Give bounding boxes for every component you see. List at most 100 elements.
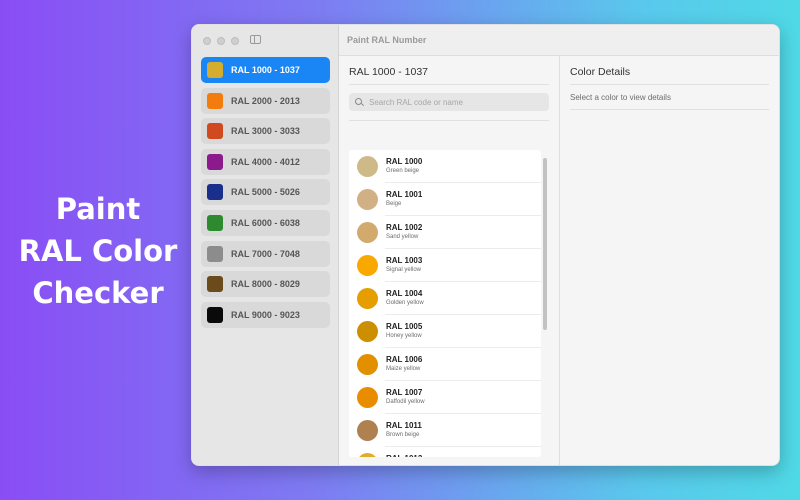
minimize-window-button[interactable] [217, 37, 225, 45]
color-swatch [357, 420, 378, 441]
color-swatch [357, 156, 378, 177]
sidebar-item-ral-range[interactable]: RAL 7000 - 7048 [201, 240, 330, 267]
sidebar-item-label: RAL 2000 - 2013 [231, 95, 300, 106]
sidebar-item-label: RAL 1000 - 1037 [231, 65, 300, 75]
sidebar-item-ral-range[interactable]: RAL 1000 - 1037 [201, 57, 330, 83]
color-text: RAL 1003 Signal yellow [386, 256, 422, 275]
promo-line-2: RAL Color [18, 234, 178, 268]
color-code: RAL 1006 [386, 355, 423, 364]
sidebar-item-ral-range[interactable]: RAL 8000 - 8029 [201, 271, 330, 298]
sidebar-item-label: RAL 8000 - 8029 [231, 279, 300, 290]
sidebar-toggle-icon[interactable] [250, 35, 261, 44]
ral-range-list: RAL 1000 - 1037 RAL 2000 - 2013 RAL 3000 -… [201, 57, 330, 332]
color-code: RAL 1011 [386, 421, 422, 430]
divider [570, 109, 769, 110]
color-swatch [357, 354, 378, 375]
color-code: RAL 1004 [386, 289, 423, 298]
main-content: Paint RAL Number RAL 1000 - 1037 RAL 100… [339, 25, 779, 465]
range-swatch [207, 62, 223, 78]
color-swatch [357, 288, 378, 309]
color-name: Beige [386, 201, 402, 207]
color-text: RAL 1004 Golden yellow [386, 289, 424, 308]
divider [349, 120, 549, 121]
color-list-pane: RAL 1000 - 1037 RAL 1000Green beigeRAL 1… [339, 56, 560, 465]
color-code: RAL 1000 [386, 157, 423, 166]
color-swatch [357, 321, 378, 342]
sidebar-item-ral-range[interactable]: RAL 4000 - 4012 [201, 148, 330, 175]
color-name: Maize yellow [386, 366, 421, 372]
divider [349, 84, 549, 85]
search-input[interactable] [369, 97, 529, 107]
range-swatch [207, 276, 223, 293]
color-name: Sand yellow [386, 234, 419, 240]
color-text: RAL 1007 Daffodil yellow [386, 388, 425, 407]
color-swatch [357, 387, 378, 408]
window-title: Paint RAL Number [347, 35, 427, 45]
color-details-pane: Color Details Select a color to view det… [560, 56, 779, 465]
color-swatch [357, 189, 378, 210]
color-text: RAL 1011 Brown beige [386, 421, 422, 440]
range-swatch [207, 123, 223, 140]
color-swatch [357, 222, 378, 243]
color-swatch [357, 255, 378, 276]
color-code: RAL 1003 [386, 256, 423, 265]
color-name: Golden yellow [386, 300, 424, 306]
sidebar-item-ral-range[interactable]: RAL 5000 - 5026 [201, 179, 330, 206]
range-swatch [207, 92, 223, 109]
titlebar: Paint RAL Number [339, 25, 779, 56]
color-name: Signal yellow [386, 267, 422, 273]
window-controls [203, 37, 239, 45]
list-scrollbar[interactable] [543, 158, 547, 330]
sidebar-item-ral-range[interactable]: RAL 3000 - 3033 [201, 118, 330, 145]
color-name: Brown beige [386, 432, 420, 438]
sidebar-item-label: RAL 7000 - 7048 [231, 248, 300, 259]
color-name: Daffodil yellow [386, 399, 425, 405]
details-hint: Select a color to view details [570, 93, 671, 102]
range-swatch [207, 153, 223, 170]
color-swatch [357, 453, 378, 457]
color-name: Honey yellow [386, 333, 422, 339]
sidebar-item-ral-range[interactable]: RAL 6000 - 6038 [201, 209, 330, 236]
color-code: RAL 1001 [386, 190, 423, 199]
color-list: RAL 1000 Green beige RAL 1001 Beige RAL 1002… [349, 150, 541, 457]
color-text: RAL 1002 Sand yellow [386, 223, 422, 242]
close-window-button[interactable] [203, 37, 211, 45]
range-swatch [207, 184, 223, 201]
list-item[interactable]: RAL 1007 Daffodil yellow [349, 381, 541, 414]
range-swatch [207, 306, 223, 323]
sidebar-item-label: RAL 6000 - 6038 [231, 217, 300, 228]
color-text: RAL 1006 Maize yellow [386, 355, 422, 374]
color-code: RAL 1007 [386, 388, 423, 397]
color-text: RAL 1001 Beige [386, 190, 422, 209]
list-item[interactable]: RAL 1005 Honey yellow [349, 315, 541, 348]
list-pane-heading: RAL 1000 - 1037 [349, 66, 429, 78]
list-item[interactable]: RAL 1011 Brown beige [349, 414, 541, 447]
sidebar-item-label: RAL 3000 - 3033 [231, 126, 300, 137]
list-item[interactable]: RAL 1001 Beige [349, 183, 541, 216]
sidebar-item-ral-range[interactable]: RAL 2000 - 2013 [201, 87, 330, 114]
promo-line-1: Paint [55, 192, 141, 226]
list-item[interactable]: RAL 1012Lemon yellow [349, 447, 541, 457]
list-item[interactable]: RAL 1004 Golden yellow [349, 282, 541, 315]
sidebar-item-label: RAL 5000 - 5026 [231, 187, 300, 198]
sidebar-item-label: RAL 4000 - 4012 [231, 156, 300, 167]
search-field[interactable] [349, 93, 549, 111]
details-heading: Color Details [570, 66, 631, 78]
color-name: Green beige [386, 168, 420, 174]
color-code: RAL 1012 [386, 454, 423, 457]
sidebar-item-label: RAL 9000 - 9023 [231, 309, 300, 320]
list-item[interactable]: RAL 1000 Green beige [349, 150, 541, 183]
color-text: RAL 1012Lemon yellow [386, 454, 423, 457]
list-item[interactable]: RAL 1006 Maize yellow [349, 348, 541, 381]
color-text: RAL 1005 Honey yellow [386, 322, 422, 341]
list-item[interactable]: RAL 1003 Signal yellow [349, 249, 541, 282]
range-swatch [207, 214, 223, 231]
color-code: RAL 1002 [386, 223, 423, 232]
promo-line-3: Checker [32, 276, 164, 310]
list-item[interactable]: RAL 1002 Sand yellow [349, 216, 541, 249]
sidebar-item-ral-range[interactable]: RAL 9000 - 9023 [201, 301, 330, 328]
zoom-window-button[interactable] [231, 37, 239, 45]
color-text: RAL 1000 Green beige [386, 157, 422, 176]
app-window: RAL 1000 - 1037 RAL 2000 - 2013 RAL 3000 -… [191, 24, 780, 466]
sidebar: RAL 1000 - 1037 RAL 2000 - 2013 RAL 3000 -… [192, 25, 339, 465]
